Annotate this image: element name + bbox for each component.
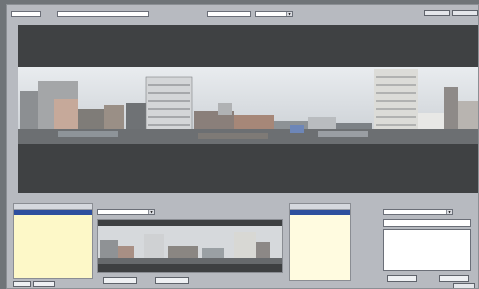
- form-button-1[interactable]: [387, 275, 417, 282]
- thumbnail-image: [98, 226, 282, 264]
- right-list[interactable]: [289, 203, 351, 281]
- id-field[interactable]: [11, 11, 41, 17]
- list-item[interactable]: [14, 215, 92, 220]
- type-select[interactable]: ▼: [383, 209, 453, 215]
- form-button-2[interactable]: [439, 275, 469, 282]
- thumbnail-select[interactable]: ▼: [97, 209, 155, 215]
- list-item[interactable]: [290, 215, 350, 220]
- app-window: ▼ ▼ ▼: [6, 4, 479, 289]
- bottom-left-button-1[interactable]: [13, 281, 31, 287]
- chevron-down-icon: ▼: [286, 12, 292, 16]
- panorama-viewer[interactable]: [18, 25, 478, 193]
- header-button-1[interactable]: [424, 10, 450, 16]
- name-field[interactable]: [57, 11, 149, 17]
- chevron-down-icon: ▼: [446, 210, 452, 214]
- chevron-down-icon: ▼: [148, 210, 154, 214]
- thumbnail-button-1[interactable]: [103, 277, 137, 284]
- thumbnail-button-2[interactable]: [155, 277, 189, 284]
- panorama-image: [18, 67, 478, 144]
- group-field[interactable]: [383, 219, 471, 227]
- mid-field[interactable]: [207, 11, 251, 17]
- bottom-left-button-2[interactable]: [33, 281, 55, 287]
- left-list[interactable]: [13, 203, 93, 279]
- header-select[interactable]: ▼: [255, 11, 293, 17]
- thumbnail-viewer[interactable]: [97, 219, 283, 273]
- header-button-2[interactable]: [452, 10, 478, 16]
- corner-button[interactable]: [453, 283, 475, 288]
- note-textarea[interactable]: [383, 229, 471, 271]
